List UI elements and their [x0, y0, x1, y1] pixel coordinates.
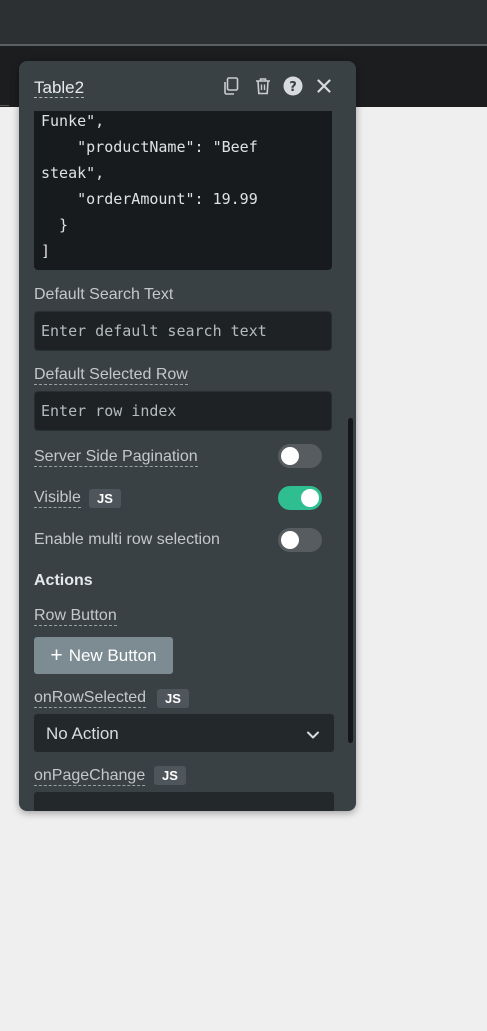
- default-search-placeholder: Enter default search text: [41, 322, 267, 340]
- on-row-selected-js-badge[interactable]: JS: [157, 689, 189, 708]
- code-line: "orderAmount": 19.99: [41, 190, 258, 208]
- multi-row-selection-toggle[interactable]: [278, 528, 322, 552]
- code-line: steak",: [41, 164, 105, 182]
- visible-js-badge[interactable]: JS: [89, 489, 121, 508]
- visible-toggle[interactable]: [278, 486, 322, 510]
- code-line: }: [41, 216, 69, 234]
- chevron-down-icon: [306, 727, 320, 745]
- property-pane-header: Table2 ?: [19, 61, 356, 111]
- toggle-knob: [281, 531, 299, 549]
- on-page-change-js-badge[interactable]: JS: [154, 766, 186, 785]
- default-search-label: Default Search Text: [34, 286, 174, 303]
- code-line: Funke",: [41, 112, 105, 130]
- help-icon[interactable]: ?: [282, 75, 304, 97]
- multi-row-selection-label: Enable multi row selection: [34, 531, 220, 548]
- new-button-label: New Button: [68, 645, 157, 665]
- on-page-change-label: onPageChange: [34, 767, 146, 786]
- widget-name[interactable]: Table2: [34, 78, 85, 98]
- visible-label: Visible: [34, 489, 81, 508]
- svg-text:?: ?: [289, 80, 297, 95]
- code-line: "productName": "Beef: [41, 138, 258, 156]
- property-pane: Table2 ? Funke", "productName": "Beef st…: [19, 61, 356, 811]
- canvas-corner-mark: [0, 105, 9, 106]
- toggle-knob: [281, 447, 299, 465]
- row-button-label: Row Button: [34, 607, 117, 626]
- on-row-selected-value: No Action: [46, 724, 119, 743]
- toggle-knob: [301, 489, 319, 507]
- on-page-change-dropdown[interactable]: [34, 792, 334, 811]
- default-search-input[interactable]: Enter default search text: [34, 311, 332, 351]
- on-row-selected-dropdown[interactable]: No Action: [34, 714, 334, 752]
- copy-icon[interactable]: [220, 75, 242, 97]
- default-row-placeholder: Enter row index: [41, 402, 177, 420]
- on-row-selected-label: onRowSelected: [34, 689, 147, 708]
- default-row-label: Default Selected Row: [34, 366, 188, 385]
- property-pane-scrollbar[interactable]: [348, 418, 353, 743]
- plus-icon: +: [50, 644, 63, 667]
- table-data-code-editor[interactable]: Funke", "productName": "Beef steak", "or…: [34, 111, 332, 270]
- top-bar: [0, 0, 487, 44]
- actions-section-title: Actions: [34, 572, 93, 589]
- server-side-pagination-toggle[interactable]: [278, 444, 322, 468]
- server-side-pagination-label: Server Side Pagination: [34, 448, 198, 467]
- close-icon[interactable]: [313, 75, 335, 97]
- code-line: ]: [41, 242, 51, 260]
- trash-icon[interactable]: [252, 75, 274, 97]
- new-button[interactable]: + New Button: [34, 637, 173, 674]
- default-row-input[interactable]: Enter row index: [34, 391, 332, 431]
